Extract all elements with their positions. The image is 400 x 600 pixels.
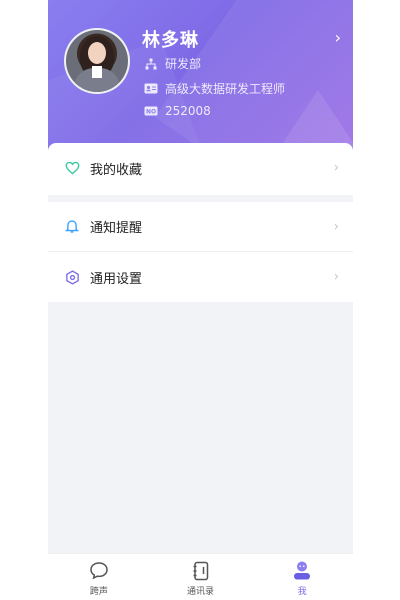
header-decoration	[278, 90, 353, 150]
menu-label-settings: 通用设置	[90, 271, 143, 287]
chevron-right-icon: ›	[333, 269, 339, 285]
tab-label-me: 我	[297, 586, 307, 597]
user-icon	[291, 560, 313, 582]
menu-label-favorites: 我的收藏	[90, 162, 143, 178]
avatar[interactable]	[64, 28, 130, 94]
menu-label-notifications: 通知提醒	[90, 221, 143, 236]
job-title-row: 高级大数据研发工程师	[144, 80, 285, 97]
menu-item-settings[interactable]: 通用设置 ›	[48, 252, 353, 302]
heart-icon	[64, 160, 80, 176]
profile-header[interactable]: 林多琳 › 研发部 高级大数据研发工程师 NO 252008	[48, 0, 353, 150]
avatar-collar	[92, 66, 102, 78]
tab-label-contacts: 通讯录	[187, 586, 215, 597]
chevron-right-icon: ›	[333, 160, 339, 176]
number-badge-icon: NO	[144, 104, 158, 118]
menu-item-favorites[interactable]: 我的收藏 ›	[48, 143, 353, 193]
bottom-tab-bar: 跨声 通讯录 我	[48, 553, 353, 600]
chat-bubble-icon	[88, 560, 110, 582]
department-text: 研发部	[165, 57, 202, 71]
app-screen: 林多琳 › 研发部 高级大数据研发工程师 NO 252008 我的收藏 › 通知…	[48, 0, 353, 600]
tab-me[interactable]: 我	[251, 554, 353, 600]
settings-card: 通知提醒 › 通用设置 ›	[48, 202, 353, 302]
svg-text:NO: NO	[146, 108, 156, 115]
employee-no-row: NO 252008	[144, 104, 211, 118]
menu-item-notifications[interactable]: 通知提醒 ›	[48, 202, 353, 252]
profile-chevron-icon[interactable]: ›	[335, 28, 341, 47]
bell-icon	[64, 219, 80, 235]
favorites-card: 我的收藏 ›	[48, 143, 353, 195]
tab-contacts[interactable]: 通讯录	[150, 554, 252, 600]
avatar-face	[88, 42, 106, 64]
settings-hex-icon	[64, 269, 80, 285]
chevron-right-icon: ›	[333, 219, 339, 234]
user-name: 林多琳	[142, 30, 199, 51]
job-title-text: 高级大数据研发工程师	[165, 82, 286, 96]
tab-chat[interactable]: 跨声	[48, 554, 150, 600]
department-row: 研发部	[144, 55, 201, 72]
employee-no-text: 252008	[165, 104, 211, 118]
contacts-book-icon	[190, 560, 212, 582]
tab-label-chat: 跨声	[89, 586, 108, 597]
id-card-icon	[144, 82, 158, 96]
org-structure-icon	[144, 57, 158, 71]
